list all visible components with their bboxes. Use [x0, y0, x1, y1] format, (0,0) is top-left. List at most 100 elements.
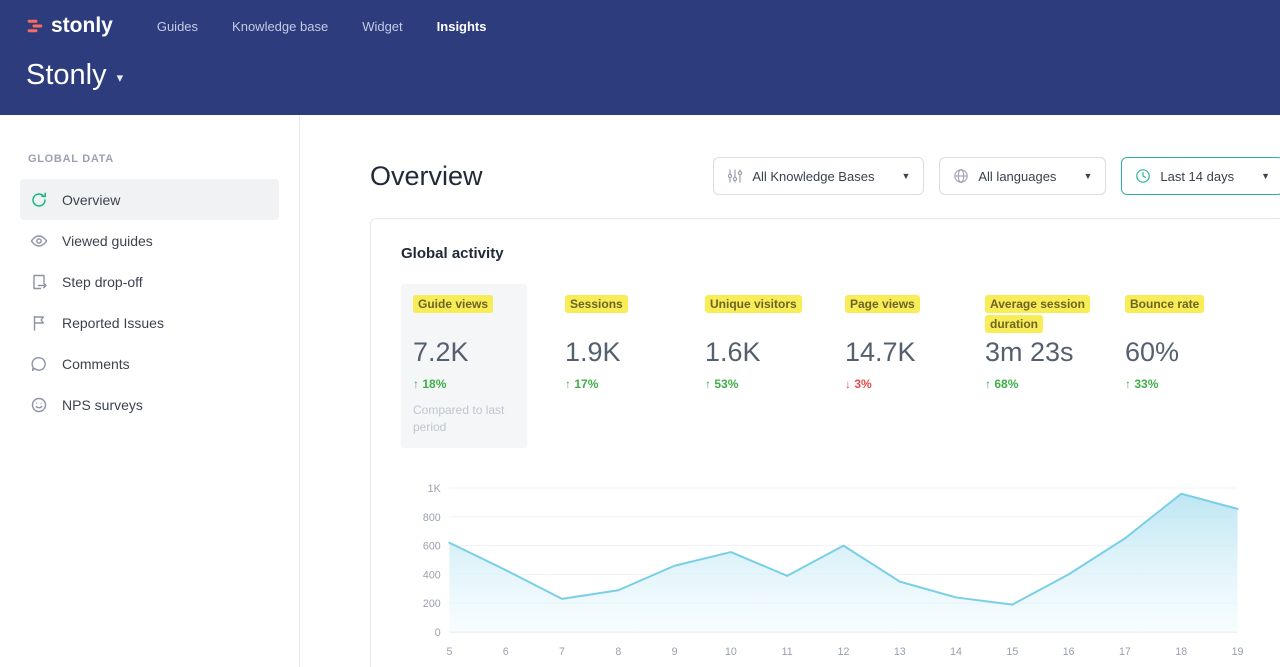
svg-text:11: 11 [782, 645, 793, 657]
chevron-down-icon: ▼ [901, 171, 910, 181]
sidebar-item-label: Viewed guides [62, 233, 153, 249]
top-navigation: stonly Guides Knowledge base Widget Insi… [26, 10, 1280, 42]
metric-value: 60% [1125, 337, 1241, 368]
svg-text:15: 15 [1006, 645, 1018, 657]
trend-arrow-icon: ↑ [985, 377, 991, 391]
activity-area-chart: 02004006008001K5678910111213141516171819 [401, 474, 1253, 666]
sidebar-item-reported-issues[interactable]: Reported Issues [20, 302, 279, 343]
metric-value: 14.7K [845, 337, 961, 368]
nav-item-guides[interactable]: Guides [157, 19, 198, 34]
sidebar-item-viewed-guides[interactable]: Viewed guides [20, 220, 279, 261]
svg-text:0: 0 [435, 626, 441, 638]
knowledge-base-filter-dropdown[interactable]: All Knowledge Bases ▼ [713, 157, 924, 195]
metric-label: Page views [845, 295, 920, 313]
nav-item-knowledge-base[interactable]: Knowledge base [232, 19, 328, 34]
flag-icon [30, 314, 48, 332]
trend-arrow-icon: ↑ [1125, 377, 1131, 391]
metric-value: 1.6K [705, 337, 821, 368]
card-title: Global activity [401, 245, 1253, 262]
sidebar-item-label: Overview [62, 192, 120, 208]
svg-text:6: 6 [503, 645, 509, 657]
filter-label: Last 14 days [1160, 169, 1234, 184]
sidebar-item-label: Reported Issues [62, 315, 164, 331]
sidebar-menu: Overview Viewed guides Step drop-off Rep… [0, 179, 299, 425]
app-header: stonly Guides Knowledge base Widget Insi… [0, 0, 1280, 115]
smiley-icon [30, 396, 48, 414]
svg-text:600: 600 [423, 540, 441, 552]
step-drop-off-icon [30, 273, 48, 291]
trend-arrow-icon: ↑ [413, 377, 419, 391]
filter-label: All Knowledge Bases [752, 169, 874, 184]
date-range-filter-dropdown[interactable]: Last 14 days ▼ [1121, 157, 1280, 195]
metric-value: 3m 23s [985, 337, 1101, 368]
trend-arrow-icon: ↓ [845, 377, 851, 391]
stonly-logo-icon [26, 17, 44, 35]
svg-text:1K: 1K [428, 482, 442, 494]
sidebar-item-label: Comments [62, 356, 130, 372]
language-filter-dropdown[interactable]: All languages ▼ [939, 157, 1106, 195]
svg-text:18: 18 [1175, 645, 1187, 657]
stonly-logo[interactable]: stonly [26, 14, 113, 38]
activity-chart-svg: 02004006008001K5678910111213141516171819 [401, 474, 1253, 666]
metric-change: ↑ 18% [413, 377, 515, 391]
metric-label: Bounce rate [1125, 295, 1204, 313]
metric-change: ↑ 53% [705, 377, 821, 391]
workspace-name: Stonly [26, 59, 107, 92]
stonly-logo-text: stonly [51, 14, 113, 38]
metric-change: ↑ 33% [1125, 377, 1241, 391]
eye-icon [30, 232, 48, 250]
metric-change: ↑ 17% [565, 377, 681, 391]
svg-text:10: 10 [725, 645, 737, 657]
filter-label: All languages [978, 169, 1056, 184]
workspace-selector[interactable]: Stonly ▾ [26, 59, 1280, 92]
main-content: Overview All Knowledge Bases ▼ All langu… [300, 115, 1280, 667]
metric-guide-views[interactable]: Guide views 7.2K ↑ 18% Compared to last … [401, 284, 527, 448]
svg-text:8: 8 [615, 645, 621, 657]
metric-note: Compared to last period [413, 402, 515, 436]
svg-text:19: 19 [1232, 645, 1244, 657]
metric-unique-visitors[interactable]: Unique visitors 1.6K ↑ 53% [693, 284, 833, 448]
nav-item-insights[interactable]: Insights [437, 19, 487, 34]
svg-text:12: 12 [838, 645, 850, 657]
filter-bar: All Knowledge Bases ▼ All languages ▼ La… [713, 157, 1280, 195]
sidebar: GLOBAL DATA Overview Viewed guides Step … [0, 115, 300, 667]
svg-text:9: 9 [672, 645, 678, 657]
metric-label: Guide views [413, 295, 493, 313]
svg-text:800: 800 [423, 511, 441, 523]
page-title: Overview [370, 161, 483, 192]
svg-text:17: 17 [1119, 645, 1131, 657]
metric-label: Unique visitors [705, 295, 802, 313]
sliders-icon [727, 168, 743, 184]
svg-text:14: 14 [950, 645, 962, 657]
metric-change: ↓ 3% [845, 377, 961, 391]
metric-value: 7.2K [413, 337, 515, 368]
metric-sessions[interactable]: Sessions 1.9K ↑ 17% [553, 284, 693, 448]
svg-text:7: 7 [559, 645, 565, 657]
metric-average-session-duration[interactable]: Average session duration 3m 23s ↑ 68% [973, 284, 1113, 448]
svg-text:16: 16 [1063, 645, 1075, 657]
svg-text:13: 13 [894, 645, 906, 657]
metrics-row: Guide views 7.2K ↑ 18% Compared to last … [401, 284, 1253, 448]
svg-text:400: 400 [423, 569, 441, 581]
sidebar-section-label: GLOBAL DATA [0, 153, 299, 165]
svg-text:5: 5 [446, 645, 452, 657]
sidebar-item-nps-surveys[interactable]: NPS surveys [20, 384, 279, 425]
metric-label: Sessions [565, 295, 628, 313]
globe-icon [953, 168, 969, 184]
comment-bubble-icon [30, 355, 48, 373]
sidebar-item-step-drop-off[interactable]: Step drop-off [20, 261, 279, 302]
nav-item-widget[interactable]: Widget [362, 19, 402, 34]
metric-value: 1.9K [565, 337, 681, 368]
overview-activity-icon [30, 191, 48, 209]
chevron-down-icon: ▼ [1261, 171, 1270, 181]
chevron-down-icon: ▼ [1083, 171, 1092, 181]
clock-icon [1135, 168, 1151, 184]
metric-bounce-rate[interactable]: Bounce rate 60% ↑ 33% [1113, 284, 1253, 448]
metric-label: Average session duration [985, 295, 1090, 333]
sidebar-item-overview[interactable]: Overview [20, 179, 279, 220]
global-activity-card: Global activity Guide views 7.2K ↑ 18% C… [370, 218, 1280, 667]
trend-arrow-icon: ↑ [565, 377, 571, 391]
metric-page-views[interactable]: Page views 14.7K ↓ 3% [833, 284, 973, 448]
sidebar-item-label: NPS surveys [62, 397, 143, 413]
sidebar-item-comments[interactable]: Comments [20, 343, 279, 384]
